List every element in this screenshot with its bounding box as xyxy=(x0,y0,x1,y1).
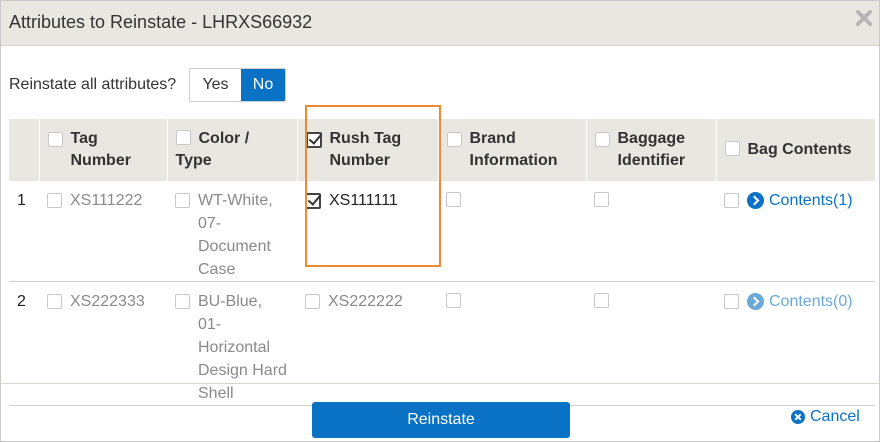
dialog-titlebar: Attributes to Reinstate - LHRXS66932 xyxy=(1,1,879,46)
table-header-row: Tag Number Color / Type Rush Tag Number … xyxy=(9,119,875,181)
rush-tag-number-checkbox[interactable] xyxy=(305,294,320,309)
close-icon[interactable] xyxy=(855,9,873,27)
yes-option[interactable]: Yes xyxy=(190,69,241,101)
column-header-index xyxy=(9,119,40,181)
bag-contents-cell: Contents(1) xyxy=(716,181,875,282)
contents-link-label: Contents(0) xyxy=(769,293,853,310)
contents-link[interactable]: Contents(0) xyxy=(747,290,853,313)
column-header-rush-tag-number-label: Rush Tag Number xyxy=(329,130,402,169)
reinstate-all-label: Reinstate all attributes? xyxy=(9,76,177,93)
column-header-rush-tag-number: Rush Tag Number xyxy=(297,119,439,181)
reinstate-all-row: Reinstate all attributes? Yes No xyxy=(9,68,286,102)
tag-number-checkbox[interactable] xyxy=(47,294,62,309)
brand-information-checkbox[interactable] xyxy=(446,293,461,308)
tag-number-select-all-checkbox[interactable] xyxy=(47,132,63,147)
row-index: 1 xyxy=(9,181,39,282)
bag-contents-select-all-checkbox[interactable] xyxy=(724,141,740,156)
dialog-footer: Reinstate Cancel xyxy=(1,383,879,441)
brand-info-select-all-checkbox[interactable] xyxy=(446,132,462,147)
rush-tag-select-all-checkbox[interactable] xyxy=(305,132,322,148)
reinstate-button[interactable]: Reinstate xyxy=(312,402,570,438)
reinstate-all-toggle: Yes No xyxy=(189,68,286,102)
tag-number-value: XS111222 xyxy=(70,192,143,209)
attributes-table: Tag Number Color / Type Rush Tag Number … xyxy=(9,119,875,406)
bag-contents-checkbox[interactable] xyxy=(724,294,739,309)
brand-information-checkbox[interactable] xyxy=(446,192,461,207)
bag-contents-checkbox[interactable] xyxy=(724,193,739,208)
chevron-right-circle-icon xyxy=(747,192,764,209)
color-type-checkbox[interactable] xyxy=(175,294,190,309)
column-header-brand-information-label: Brand Information xyxy=(469,130,558,169)
contents-link-label: Contents(1) xyxy=(769,192,853,209)
rush-tag-number-cell: XS111111 xyxy=(297,181,438,282)
tag-number-checkbox[interactable] xyxy=(47,193,62,208)
chevron-right-circle-icon xyxy=(747,293,764,310)
tag-number-value: XS222333 xyxy=(70,293,145,310)
color-type-cell: WT-White, 07-Document Case xyxy=(167,181,297,282)
reinstate-dialog: Attributes to Reinstate - LHRXS66932 Rei… xyxy=(0,0,880,442)
baggage-identifier-select-all-checkbox[interactable] xyxy=(594,132,610,147)
column-header-baggage-identifier-label: Baggage Identifier xyxy=(617,130,686,169)
dialog-title: Attributes to Reinstate - LHRXS66932 xyxy=(9,12,313,32)
no-option[interactable]: No xyxy=(241,69,285,101)
column-header-bag-contents: Bag Contents xyxy=(716,119,875,181)
column-header-brand-information: Brand Information xyxy=(438,119,587,181)
contents-link[interactable]: Contents(1) xyxy=(747,189,853,212)
column-header-bag-contents-label: Bag Contents xyxy=(747,141,852,158)
color-type-select-all-checkbox[interactable] xyxy=(175,130,191,145)
color-type-checkbox[interactable] xyxy=(175,193,190,208)
column-header-tag-number: Tag Number xyxy=(39,119,168,181)
column-header-color-type: Color / Type xyxy=(167,119,298,181)
baggage-identifier-cell xyxy=(586,181,716,282)
cancel-label: Cancel xyxy=(810,408,860,425)
times-circle-icon xyxy=(791,410,805,424)
rush-tag-number-value: XS222222 xyxy=(328,293,403,310)
baggage-identifier-checkbox[interactable] xyxy=(594,293,609,308)
rush-tag-number-checkbox[interactable] xyxy=(305,193,321,209)
column-header-tag-number-label: Tag Number xyxy=(70,130,131,169)
color-type-value: WT-White, 07-Document Case xyxy=(198,192,273,278)
cancel-button[interactable]: Cancel xyxy=(791,408,860,426)
tag-number-cell: XS111222 xyxy=(39,181,167,282)
table-row: 1 XS111222 WT-White, 07-Document Case XS… xyxy=(9,181,875,282)
brand-information-cell xyxy=(438,181,586,282)
rush-tag-number-value: XS111111 xyxy=(329,192,398,209)
baggage-identifier-checkbox[interactable] xyxy=(594,192,609,207)
column-header-baggage-identifier: Baggage Identifier xyxy=(586,119,717,181)
